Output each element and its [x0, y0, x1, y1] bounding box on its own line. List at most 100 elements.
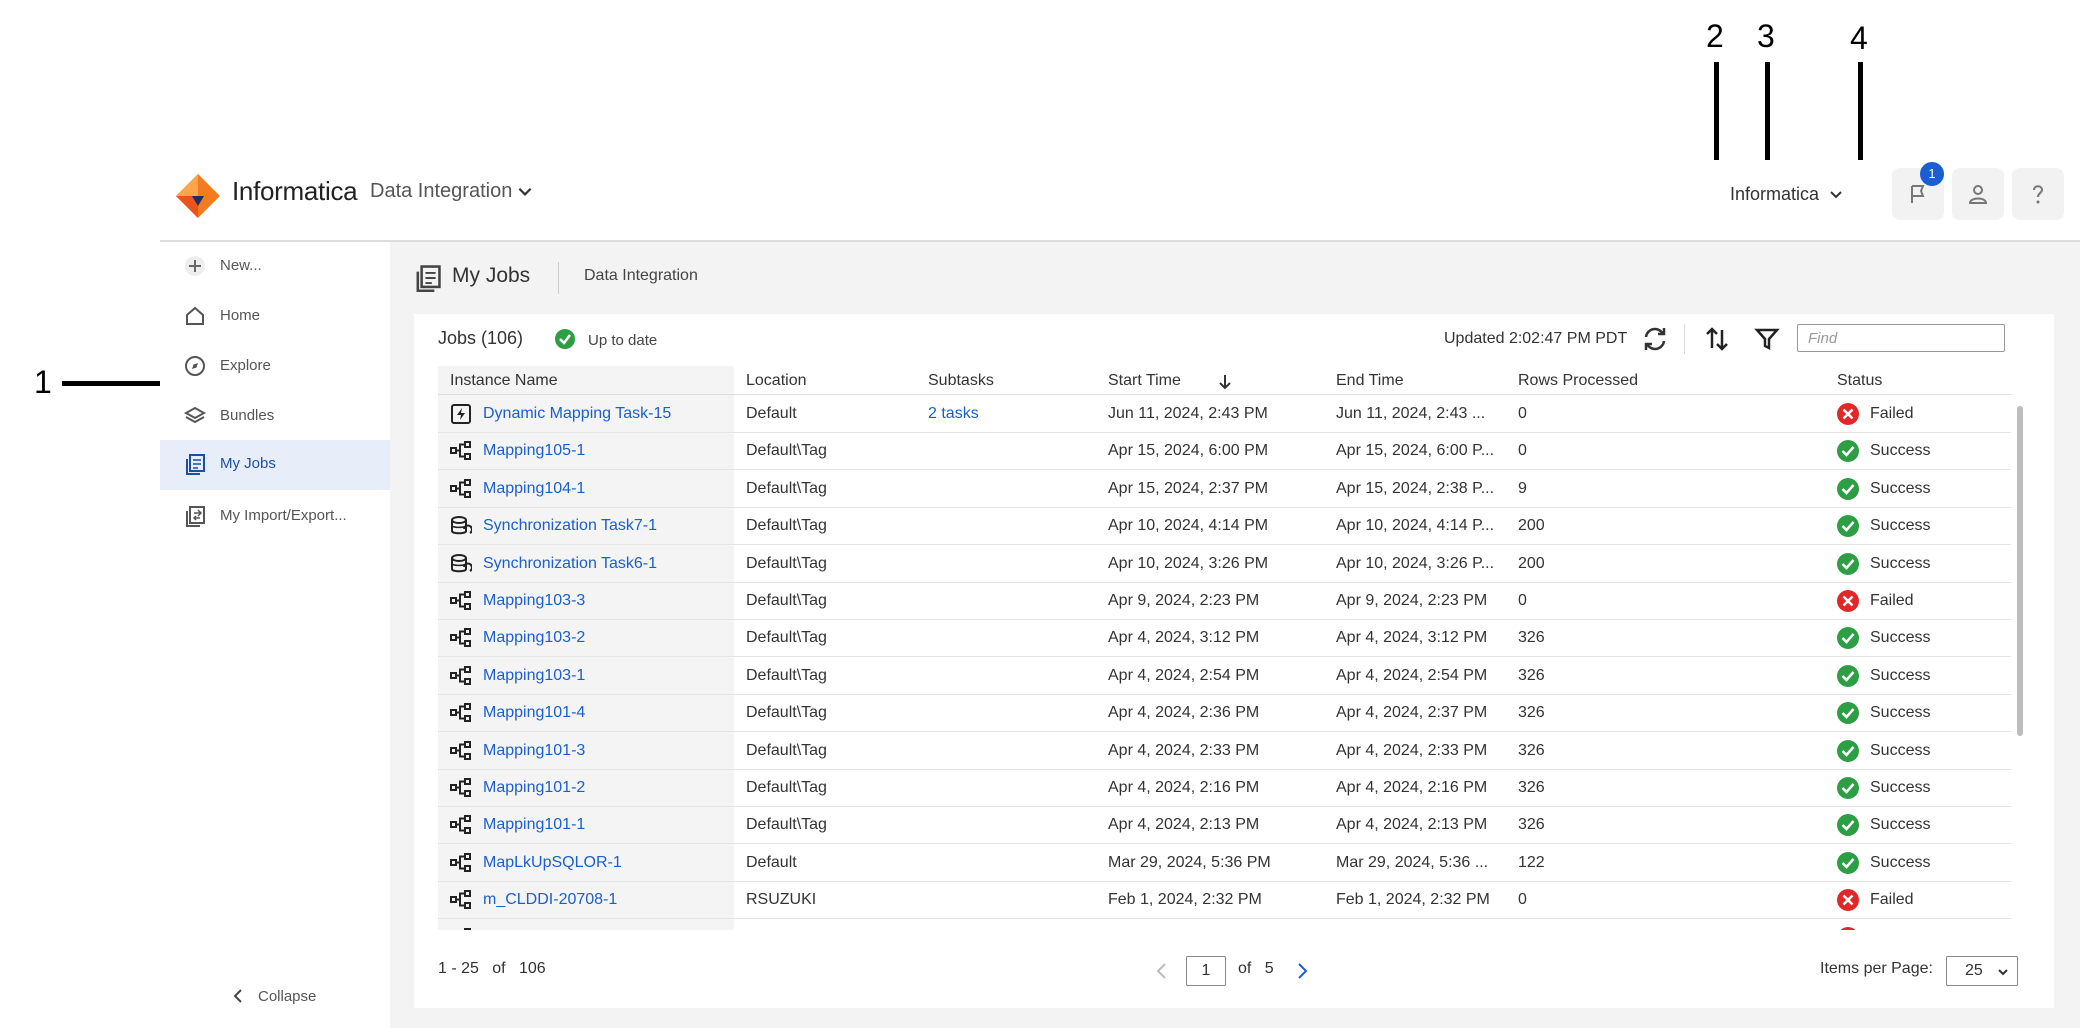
start-time-cell: Apr 15, 2024, 2:37 PM	[1108, 479, 1269, 497]
end-time-cell: Apr 15, 2024, 6:00 P...	[1336, 442, 1495, 460]
pagination-range: 1 - 25	[438, 960, 479, 977]
status-text: Success	[1870, 741, 1931, 759]
table-row[interactable]: Synchronization Task6-1 Default\Tag Apr 10…	[438, 545, 2011, 583]
table-row[interactable]: MapLkUpSQLOR-1 Default Mar 29, 2024, 5:36 …	[438, 844, 2011, 882]
table-row[interactable]: m_CLDDI-20708-1 RSUZUKI Feb 1, 2024, 2:32 …	[438, 881, 2011, 920]
table-row[interactable]: Mapping101-1 Default\Tag Apr 4, 2024, 2:13…	[438, 806, 2011, 845]
sidebar-item-explore[interactable]: Explore	[160, 342, 390, 390]
table-row[interactable]: Mapping103-3 Default\Tag Apr 9, 2024, 2:23…	[438, 582, 2011, 620]
table-row[interactable]: Mapping104-1 Default\Tag Apr 15, 2024, 2:3…	[438, 470, 2011, 508]
column-header-instance-name[interactable]: Instance Name	[450, 372, 558, 390]
location-cell: Default\Tag	[746, 479, 827, 497]
taskflow-icon	[464, 927, 471, 930]
page-number-input[interactable]: 1	[1186, 956, 1226, 986]
sort-icon[interactable]	[1702, 324, 1732, 354]
instance-name-link[interactable]: m_CLDDI-20708-1	[483, 891, 728, 909]
pagination-of-label: of	[492, 960, 506, 977]
rows-processed-cell: 0	[1518, 891, 1527, 909]
instance-name-link[interactable]: Synchronization Task6-1	[483, 555, 728, 573]
user-menu-button[interactable]	[1952, 168, 2004, 220]
home-icon	[186, 306, 204, 325]
items-per-page-value: 25	[1965, 962, 1983, 979]
subtasks-link[interactable]: 2 tasks	[928, 405, 1098, 423]
instance-name-link[interactable]: MapLkUpSQLOR-1	[483, 854, 728, 872]
page-of-label: of	[1238, 960, 1252, 977]
column-header-subtasks[interactable]: Subtasks	[928, 372, 994, 390]
status-text: Success	[1870, 554, 1931, 572]
table-row[interactable]: Mapping105-1 Default\Tag Apr 15, 2024, 6:0…	[438, 432, 2011, 471]
chevron-left-icon[interactable]	[1154, 962, 1170, 980]
instance-name-link[interactable]: Mapping101-3	[483, 742, 728, 760]
sidebar-item-home[interactable]: Home	[160, 292, 390, 340]
instance-name-link[interactable]: Mapping101-4	[483, 704, 728, 722]
table-row[interactable]: Mapping101-4 Default\Tag Apr 4, 2024, 2:36…	[438, 694, 2011, 733]
chevron-down-icon[interactable]	[1828, 186, 1844, 202]
table-row[interactable]: Mapping101-3 Default\Tag Apr 4, 2024, 2:33…	[438, 732, 2011, 770]
table-row[interactable]: Dynamic Mapping Task-15 Default 2 tasks Jun…	[438, 395, 2011, 433]
instance-name-link[interactable]: Mapping101-2	[483, 779, 728, 797]
sidebar-item-bundles[interactable]: Bundles	[160, 392, 390, 440]
start-time-cell: Apr 9, 2024, 2:23 PM	[1108, 592, 1260, 609]
annotation-4: 4	[1850, 20, 1868, 56]
rows-processed-cell: 0	[1518, 442, 1527, 460]
sidebar-item-import-export[interactable]: My Import/Export...	[160, 492, 390, 540]
instance-name-link[interactable]: Mapping105-1	[483, 442, 728, 460]
instance-name-link[interactable]: Mapping104-1	[483, 480, 728, 498]
instance-name-link[interactable]: Mapping103-2	[483, 629, 728, 647]
end-time-cell: Feb 1, 2024, 2:32 PM	[1336, 891, 1490, 909]
success-icon	[1837, 739, 1859, 762]
column-header-location[interactable]: Location	[746, 372, 807, 390]
chevron-down-icon[interactable]	[516, 182, 534, 200]
table-scrollbar[interactable]	[2017, 406, 2023, 736]
location-cell: Default\Tag	[746, 442, 827, 460]
mapping-icon	[450, 852, 471, 872]
table-row[interactable]: Taskflow2-931879355263762A Default Dec 19,…	[438, 919, 2011, 930]
end-time-cell: Apr 9, 2024, 2:23 PM	[1336, 592, 1488, 609]
table-row[interactable]: Mapping103-2 Default\Tag Apr 4, 2024, 3:12…	[438, 619, 2011, 658]
sidebar-item-new[interactable]: New...	[160, 242, 390, 290]
chevron-right-icon[interactable]	[1294, 962, 1310, 980]
success-icon	[1837, 702, 1859, 725]
find-input[interactable]	[1797, 324, 2005, 352]
instance-name-link[interactable]: Taskflow2-931879355263762A	[483, 929, 728, 930]
instance-name-link[interactable]: Dynamic Mapping Task-15	[483, 405, 728, 423]
app-header: Informatica Data Integration Informatica…	[160, 160, 2080, 242]
table-row[interactable]: Synchronization Task7-1 Default\Tag Apr 10…	[438, 507, 2011, 546]
instance-name-link[interactable]: Mapping103-3	[483, 592, 728, 610]
status-text: Success	[1870, 816, 1931, 834]
column-header-start-time[interactable]: Start Time	[1108, 372, 1181, 390]
jobs-count: Jobs (106)	[438, 328, 524, 348]
filter-icon[interactable]	[1752, 324, 1782, 354]
main-content: My Jobs Data Integration Jobs (106) Up t…	[390, 242, 2080, 1028]
instance-name-link[interactable]: Synchronization Task7-1	[483, 517, 728, 535]
table-row[interactable]: Mapping103-1 Default\Tag Apr 4, 2024, 2:54…	[438, 657, 2011, 695]
refresh-icon[interactable]	[1640, 324, 1670, 354]
page-title: My Jobs	[452, 264, 531, 287]
dynamic-mapping-task-icon	[451, 404, 471, 424]
mapping-icon	[450, 778, 471, 797]
product-switcher[interactable]: Data Integration	[370, 180, 512, 203]
start-time-cell: Apr 4, 2024, 3:12 PM	[1108, 629, 1260, 647]
jobs-icon	[186, 454, 205, 475]
table-row[interactable]: Mapping101-2 Default\Tag Apr 4, 2024, 2:16…	[438, 769, 2011, 807]
end-time-cell: Apr 4, 2024, 3:12 PM	[1336, 629, 1488, 647]
status-text: Success	[1870, 629, 1931, 647]
rows-processed-cell: 200	[1518, 517, 1545, 535]
column-header-rows-processed[interactable]: Rows Processed	[1518, 372, 1638, 390]
breadcrumb[interactable]: Data Integration	[584, 267, 698, 285]
items-per-page-select[interactable]: 25	[1946, 956, 2018, 986]
end-time-cell: Apr 15, 2024, 2:38 P...	[1336, 479, 1495, 497]
instance-name-link[interactable]: Mapping103-1	[483, 667, 728, 685]
help-button[interactable]	[2012, 168, 2064, 220]
location-cell: Default	[746, 853, 797, 871]
column-header-status[interactable]: Status	[1837, 372, 1882, 390]
status-text: Up to date	[588, 332, 658, 349]
column-header-end-time[interactable]: End Time	[1336, 372, 1404, 390]
sidebar-item-my-jobs[interactable]: My Jobs	[160, 440, 390, 490]
annotation-3: 3	[1757, 18, 1775, 54]
synchronization-task-icon	[451, 516, 472, 535]
org-switcher[interactable]: Informatica	[1730, 184, 1819, 205]
instance-name-link[interactable]: Mapping101-1	[483, 816, 728, 834]
mapping-icon	[450, 628, 471, 648]
error-icon	[1837, 590, 1859, 612]
